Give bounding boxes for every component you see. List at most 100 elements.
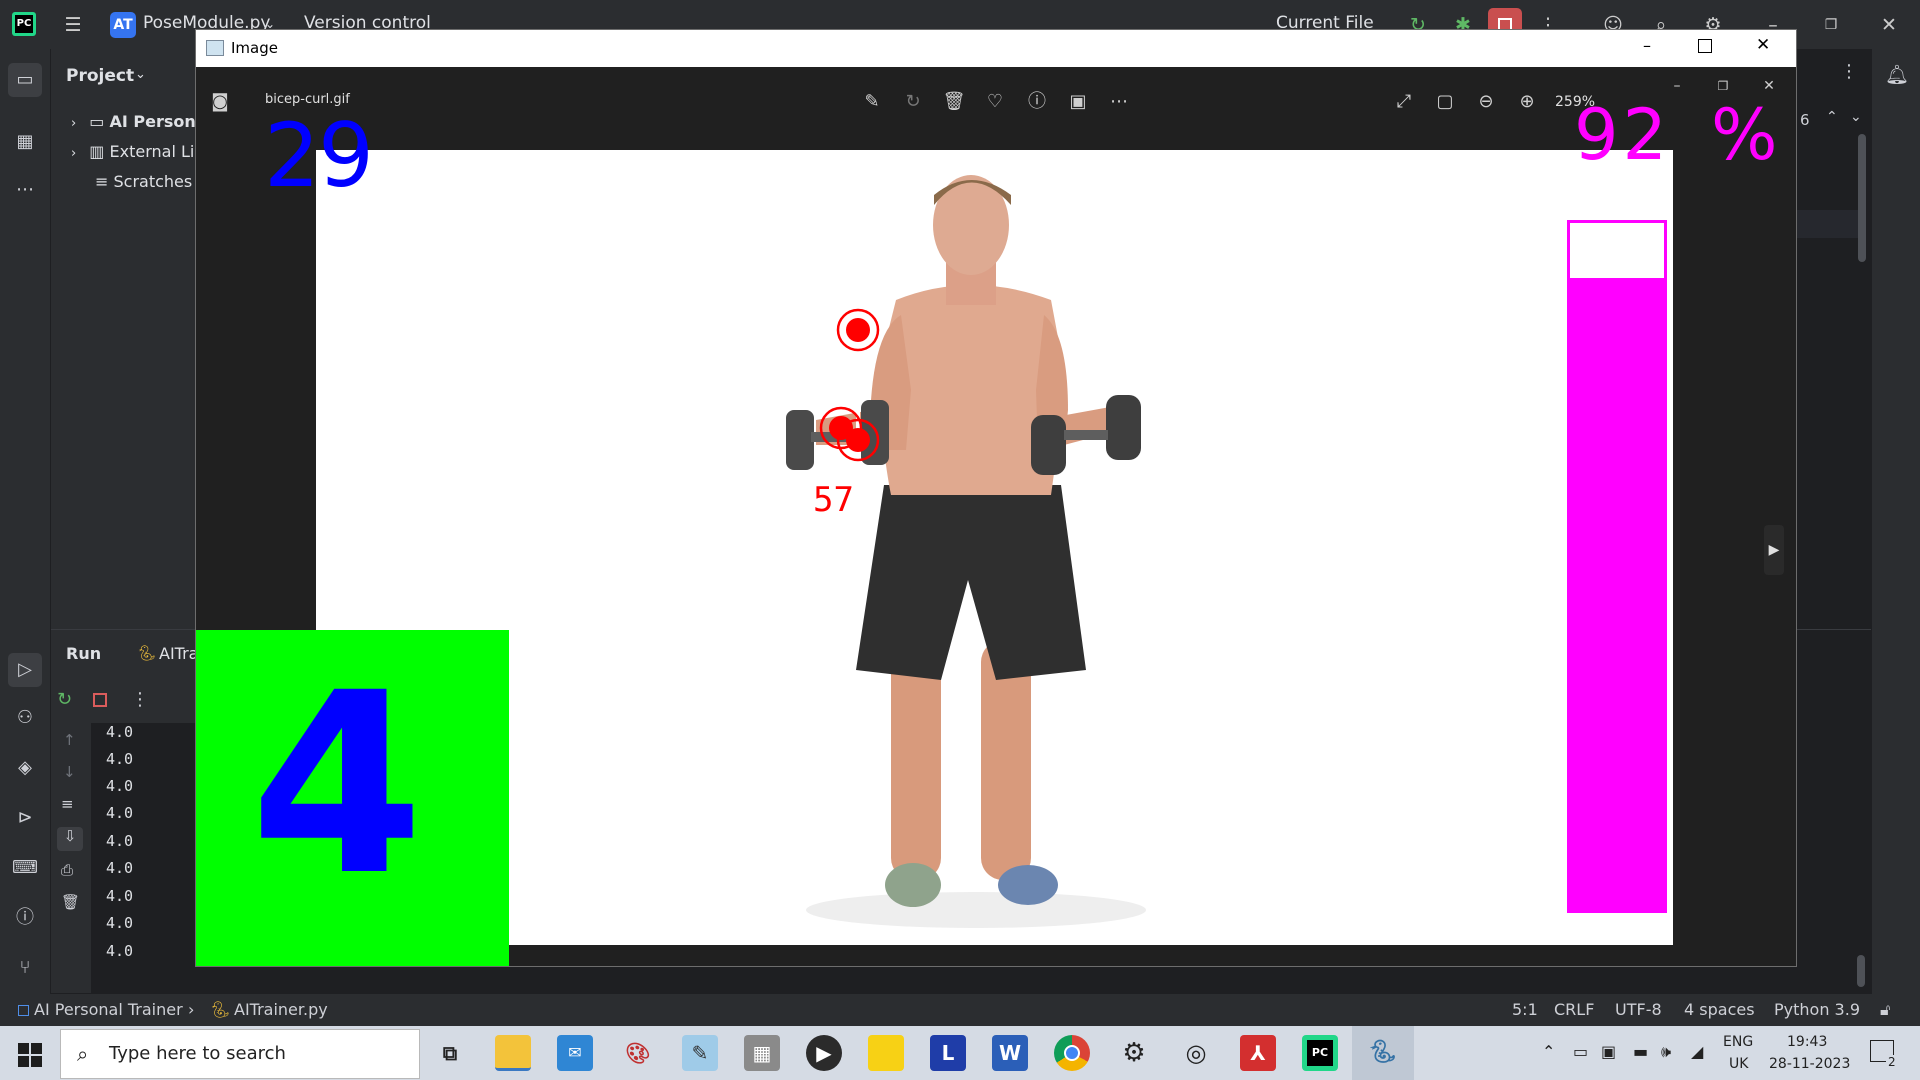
more-options-icon[interactable]: ⋯ [1107, 90, 1131, 114]
scroll-down-icon[interactable]: ↓ [63, 763, 76, 781]
paint-icon[interactable]: 🎨︎ [620, 1035, 656, 1071]
project-badge[interactable]: AT [110, 12, 136, 38]
word-icon[interactable]: W [992, 1035, 1028, 1071]
rep-counter-box: 4 [196, 630, 509, 966]
settings-icon[interactable]: ⚙ [1116, 1035, 1152, 1071]
progress-bar-frame [1567, 220, 1667, 913]
soft-wrap-icon[interactable]: ≡ [61, 795, 74, 813]
stop-icon[interactable] [93, 693, 107, 707]
editor-scrollbar[interactable] [1858, 134, 1866, 262]
chrome-icon[interactable] [1054, 1035, 1090, 1071]
run-tool-icon[interactable]: ▷ [8, 653, 42, 687]
project-folder-icon[interactable]: ▭ [8, 63, 42, 97]
input-region[interactable]: UK [1729, 1056, 1748, 1072]
edit-image-icon[interactable]: ✎ [860, 90, 884, 114]
windows-start-icon[interactable] [18, 1043, 42, 1067]
python-file-icon: 🐍︎ [137, 644, 157, 662]
prev-match-icon[interactable]: ⌃ [1826, 109, 1838, 125]
run-more-icon[interactable]: ⋮ [131, 689, 149, 710]
rotate-icon[interactable]: ↻ [901, 90, 925, 114]
elbow-joint [846, 428, 870, 452]
volume-icon[interactable]: 🕪︎ [1661, 1042, 1671, 1062]
clock-time[interactable]: 19:43 [1787, 1034, 1827, 1050]
python-interpreter[interactable]: Python 3.9 [1774, 1000, 1860, 1019]
photos-app-icon: ◙ [211, 91, 229, 112]
console-output-line: 4.0 [106, 777, 134, 795]
run-tab[interactable]: AITra [159, 644, 198, 663]
editor-menu-icon[interactable]: ⋮ [1840, 61, 1858, 82]
steam-icon[interactable]: ◎ [1178, 1035, 1214, 1071]
window-maximize-icon[interactable] [1698, 39, 1712, 53]
notifications-bell-icon[interactable]: 🔔︎ [1884, 63, 1910, 89]
zoom-in-icon[interactable]: ⊕ [1515, 90, 1539, 114]
problems-icon[interactable]: ⓘ [12, 905, 38, 931]
console-output-line: 4.0 [106, 832, 134, 850]
caret-position[interactable]: 5:1 [1512, 1000, 1538, 1019]
project-panel-title[interactable]: Project [66, 66, 134, 86]
taskbar-search-box[interactable]: ⌕ Type here to search [60, 1029, 420, 1079]
file-explorer-icon[interactable] [495, 1035, 531, 1071]
structure-icon[interactable]: ▦ [12, 129, 38, 155]
more-tools-icon[interactable]: ⋯ [12, 177, 38, 203]
python-console-icon[interactable]: ⚇ [12, 705, 38, 731]
info-icon[interactable]: ⓘ [1025, 90, 1049, 114]
editor-right-area: 6 ⌃ ⌄ ⋮ [1796, 49, 1872, 629]
status-bar: AI Personal Trainer › 🐍︎ AITrainer.py 5:… [0, 994, 1920, 1026]
rerun-icon[interactable]: ↻ [57, 689, 72, 710]
git-icon[interactable]: ⑂ [12, 955, 38, 981]
slideshow-icon[interactable]: ▣ [1066, 90, 1090, 114]
window-close-icon[interactable]: ✕ [1756, 35, 1770, 55]
favorite-heart-icon[interactable]: ♡ [983, 90, 1007, 114]
tree-item-external-libraries[interactable]: › ▥ External Li [71, 142, 194, 161]
task-view-icon[interactable]: ⧉ [432, 1035, 468, 1071]
meet-icon[interactable]: ▭ [1573, 1042, 1588, 1061]
run-panel-title[interactable]: Run [66, 644, 101, 663]
console-output-line: 4.0 [106, 914, 134, 932]
lock-icon[interactable]: 🔓︎ [1880, 1000, 1890, 1020]
show-hidden-icons-icon[interactable]: ⌃ [1542, 1042, 1555, 1061]
fullscreen-icon[interactable]: ⤢ [1392, 90, 1416, 114]
tree-item-project[interactable]: › ▭ AI Person [71, 112, 196, 131]
right-tool-strip: 🔔︎ [1872, 49, 1920, 994]
services-icon[interactable]: ⊳ [12, 805, 38, 831]
next-match-icon[interactable]: ⌄ [1850, 109, 1862, 125]
next-image-button[interactable]: ▶ [1764, 525, 1784, 575]
layers-icon[interactable]: ◈ [12, 755, 38, 781]
wifi-icon[interactable]: ◢ [1691, 1042, 1703, 1061]
console-scrollbar[interactable] [1857, 955, 1865, 987]
acrobat-icon[interactable]: ⅄ [1240, 1035, 1276, 1071]
breadcrumb-project[interactable]: AI Personal Trainer [34, 1000, 183, 1019]
delete-icon[interactable]: 🗑︎ [942, 90, 966, 114]
tree-item-scratches[interactable]: ≡ Scratches [95, 172, 192, 191]
clear-all-icon[interactable]: 🗑︎ [61, 893, 80, 911]
main-menu-icon[interactable]: ☰ [60, 12, 86, 38]
chevron-down-icon: ⌄ [135, 67, 146, 82]
window-minimize-icon[interactable]: – [1643, 36, 1651, 55]
restore-icon[interactable]: ❐ [1818, 12, 1844, 38]
pycharm-taskbar-icon[interactable]: PC [1302, 1035, 1338, 1071]
print-icon[interactable]: ⎙ [61, 861, 73, 879]
outlook-icon[interactable]: ✉ [557, 1035, 593, 1071]
scroll-up-icon[interactable]: ↑ [63, 731, 76, 749]
close-icon[interactable]: ✕ [1876, 12, 1902, 38]
l-app-icon[interactable]: L [930, 1035, 966, 1071]
line-ending[interactable]: CRLF [1554, 1000, 1594, 1019]
calculator-icon[interactable]: ▦ [744, 1035, 780, 1071]
breadcrumb-file[interactable]: AITrainer.py [234, 1000, 328, 1019]
python-taskbar-icon[interactable]: 🐍︎ [1365, 1035, 1401, 1071]
indent-setting[interactable]: 4 spaces [1684, 1000, 1755, 1019]
pycharm-logo-icon[interactable]: PC [12, 12, 36, 36]
zoom-out-icon[interactable]: ⊖ [1474, 90, 1498, 114]
display-icon[interactable]: ▣ [1601, 1042, 1616, 1061]
clock-date[interactable]: 28-11-2023 [1769, 1056, 1850, 1072]
fit-window-icon[interactable]: ▢ [1433, 90, 1457, 114]
scroll-to-end-icon[interactable]: ⇩ [57, 827, 83, 851]
media-player-icon[interactable]: ▶ [806, 1035, 842, 1071]
battery-icon[interactable]: ▬ [1633, 1042, 1648, 1061]
photo-canvas: 57 [316, 150, 1673, 945]
sticky-notes-icon[interactable] [868, 1035, 904, 1071]
input-language[interactable]: ENG [1723, 1034, 1753, 1050]
file-encoding[interactable]: UTF-8 [1615, 1000, 1662, 1019]
notepad-icon[interactable]: ✎ [682, 1035, 718, 1071]
terminal-icon[interactable]: ⌨ [12, 855, 38, 881]
